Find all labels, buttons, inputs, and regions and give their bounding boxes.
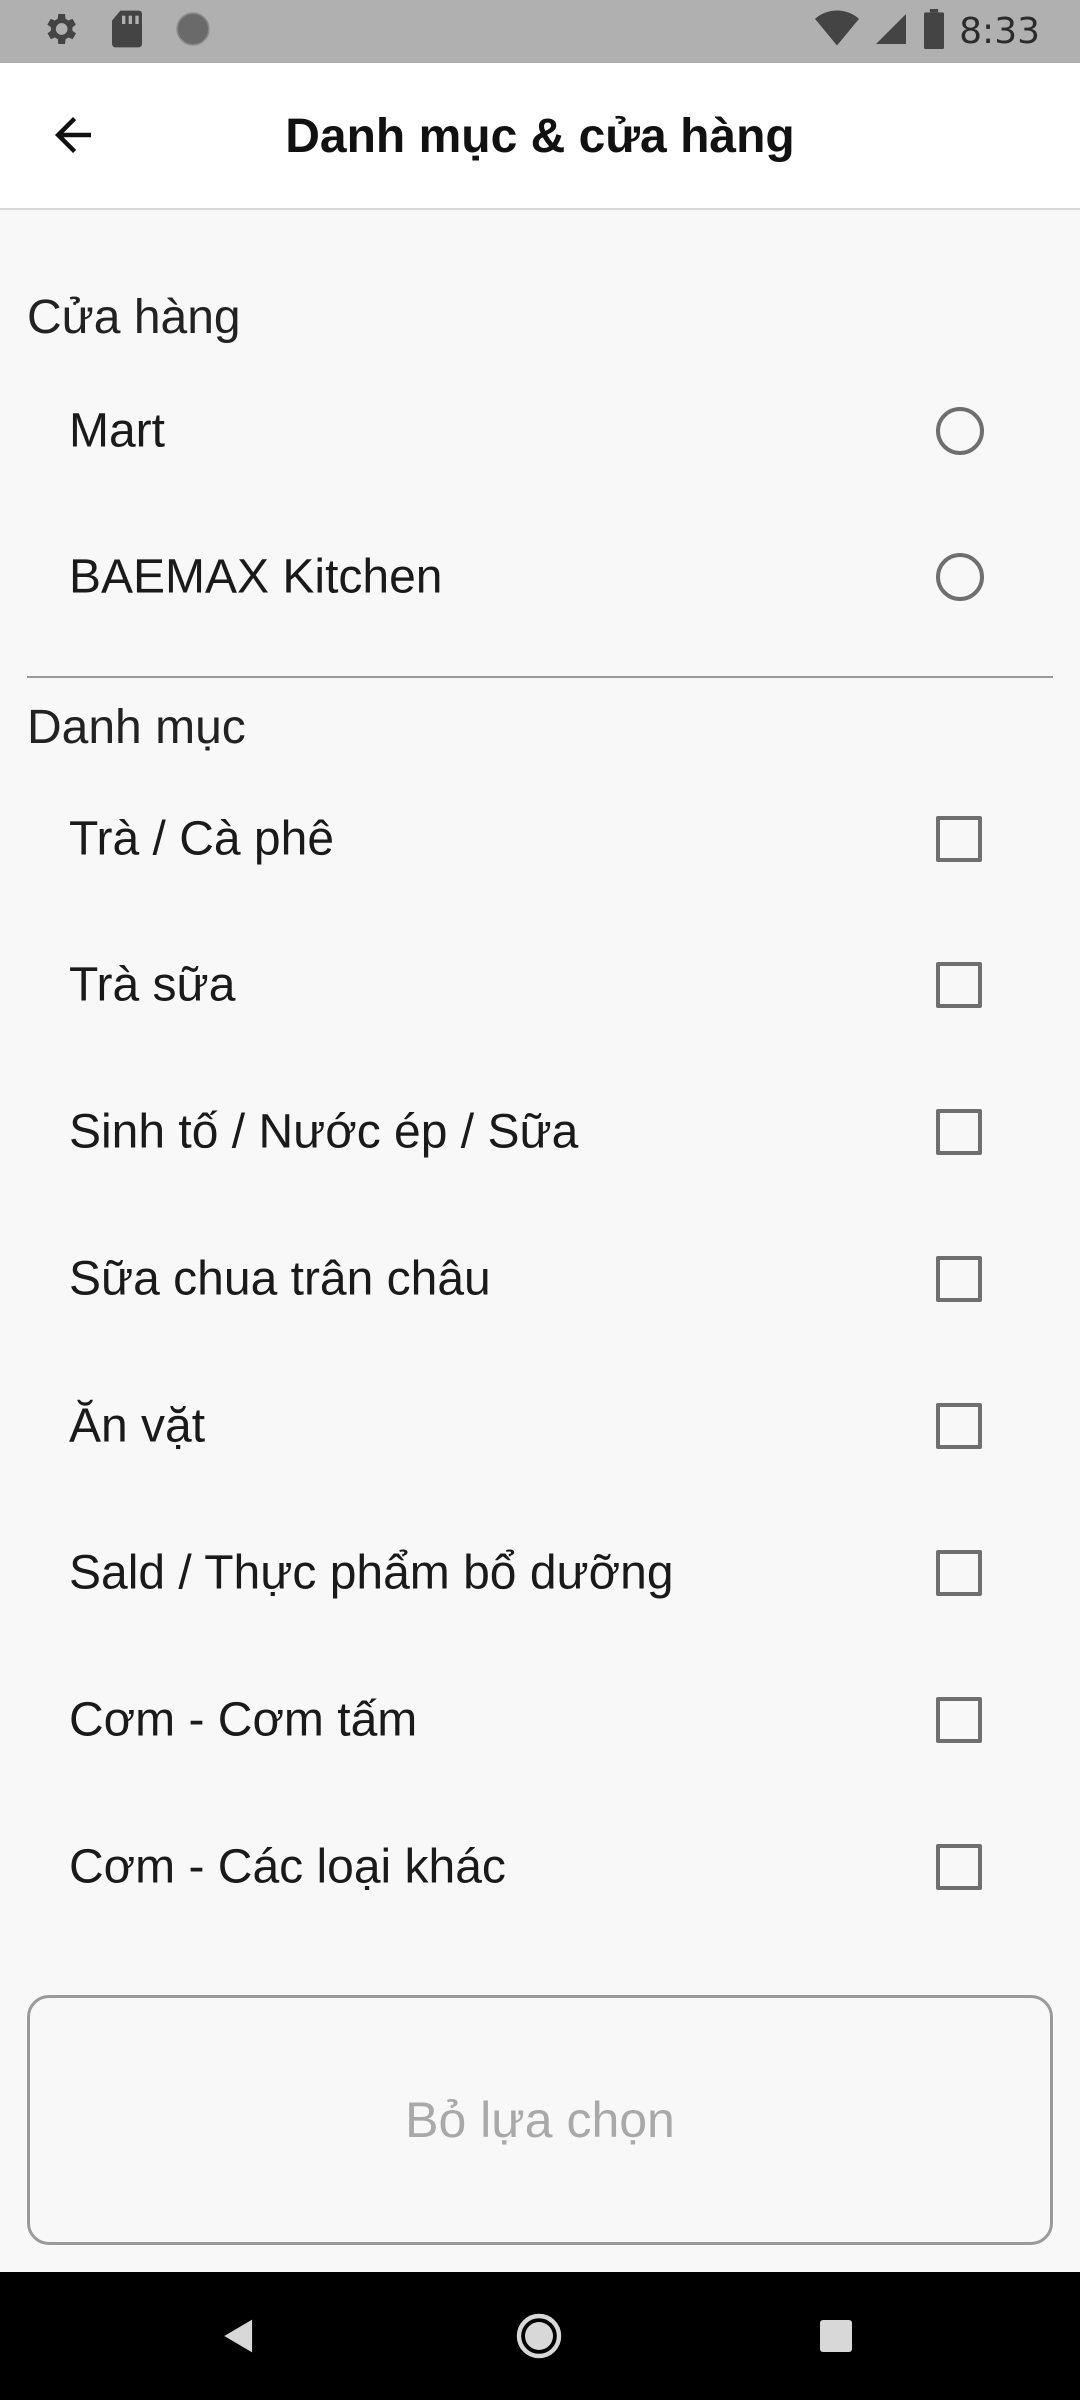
nav-recents-icon[interactable] [820, 2320, 852, 2352]
checkbox[interactable] [936, 962, 982, 1008]
checkbox[interactable] [936, 1844, 982, 1890]
arrow-left-icon [43, 108, 103, 167]
system-nav-bar [0, 2272, 1080, 2400]
checkbox[interactable] [936, 1109, 982, 1155]
settings-icon [40, 9, 80, 54]
category-label: Sinh tố / Nước ép / Sữa [69, 1105, 579, 1159]
nav-back-icon[interactable] [222, 2318, 256, 2359]
radio-button[interactable] [936, 553, 984, 601]
circle-icon [174, 10, 212, 53]
category-option[interactable]: Trà sữa [0, 912, 1080, 1058]
section-divider [27, 676, 1053, 678]
status-bar: 8:33 [0, 0, 1080, 63]
category-label: Ăn vặt [69, 1399, 206, 1453]
signal-icon [873, 11, 909, 52]
sd-card-icon [110, 9, 144, 54]
category-option[interactable]: Cơm - Cơm tấm [0, 1647, 1080, 1793]
category-label: Trà / Cà phê [69, 812, 335, 866]
nav-home-icon[interactable] [515, 2312, 563, 2365]
category-option[interactable]: Ăn vặt [0, 1353, 1080, 1499]
category-label: Sữa chua trân châu [69, 1252, 491, 1306]
back-button[interactable] [30, 99, 116, 175]
clear-selection-button[interactable]: Bỏ lựa chọn [27, 1995, 1053, 2245]
status-time: 8:33 [959, 11, 1040, 52]
category-option[interactable]: Cơm - Các loại khác [0, 1794, 1080, 1940]
category-label: Cơm - Cơm tấm [69, 1693, 418, 1747]
category-label: Cơm - Các loại khác [69, 1840, 506, 1894]
checkbox[interactable] [936, 1403, 982, 1449]
wifi-icon [815, 10, 860, 53]
checkbox[interactable] [936, 1697, 982, 1743]
stores-section-title: Cửa hàng [27, 291, 241, 344]
filter-content[interactable]: Cửa hàng Mart BAEMAX Kitchen Danh mục Tr… [0, 212, 1080, 2000]
category-option[interactable]: Sinh tố / Nước ép / Sữa [0, 1059, 1080, 1205]
bottom-action-panel: Bỏ lựa chọn [0, 1990, 1080, 2272]
checkbox[interactable] [936, 816, 982, 862]
app-bar: Danh mục & cửa hàng [0, 63, 1080, 210]
categories-section-title: Danh mục [27, 701, 246, 754]
checkbox[interactable] [936, 1256, 982, 1302]
category-option[interactable]: Trà / Cà phê [0, 766, 1080, 912]
category-label: Sald / Thực phẩm bổ dưỡng [69, 1546, 674, 1600]
category-option[interactable]: Sữa chua trân châu [0, 1206, 1080, 1352]
page-title: Danh mục & cửa hàng [285, 110, 795, 163]
store-option-label: BAEMAX Kitchen [69, 550, 443, 604]
category-label: Trà sữa [69, 958, 236, 1012]
store-option-label: Mart [69, 404, 165, 458]
radio-button[interactable] [936, 407, 984, 455]
category-option[interactable]: Sald / Thực phẩm bổ dưỡng [0, 1500, 1080, 1646]
store-option-mart[interactable]: Mart [0, 358, 1080, 504]
battery-icon [923, 9, 945, 54]
store-option-baemax-kitchen[interactable]: BAEMAX Kitchen [0, 504, 1080, 650]
checkbox[interactable] [936, 1550, 982, 1596]
